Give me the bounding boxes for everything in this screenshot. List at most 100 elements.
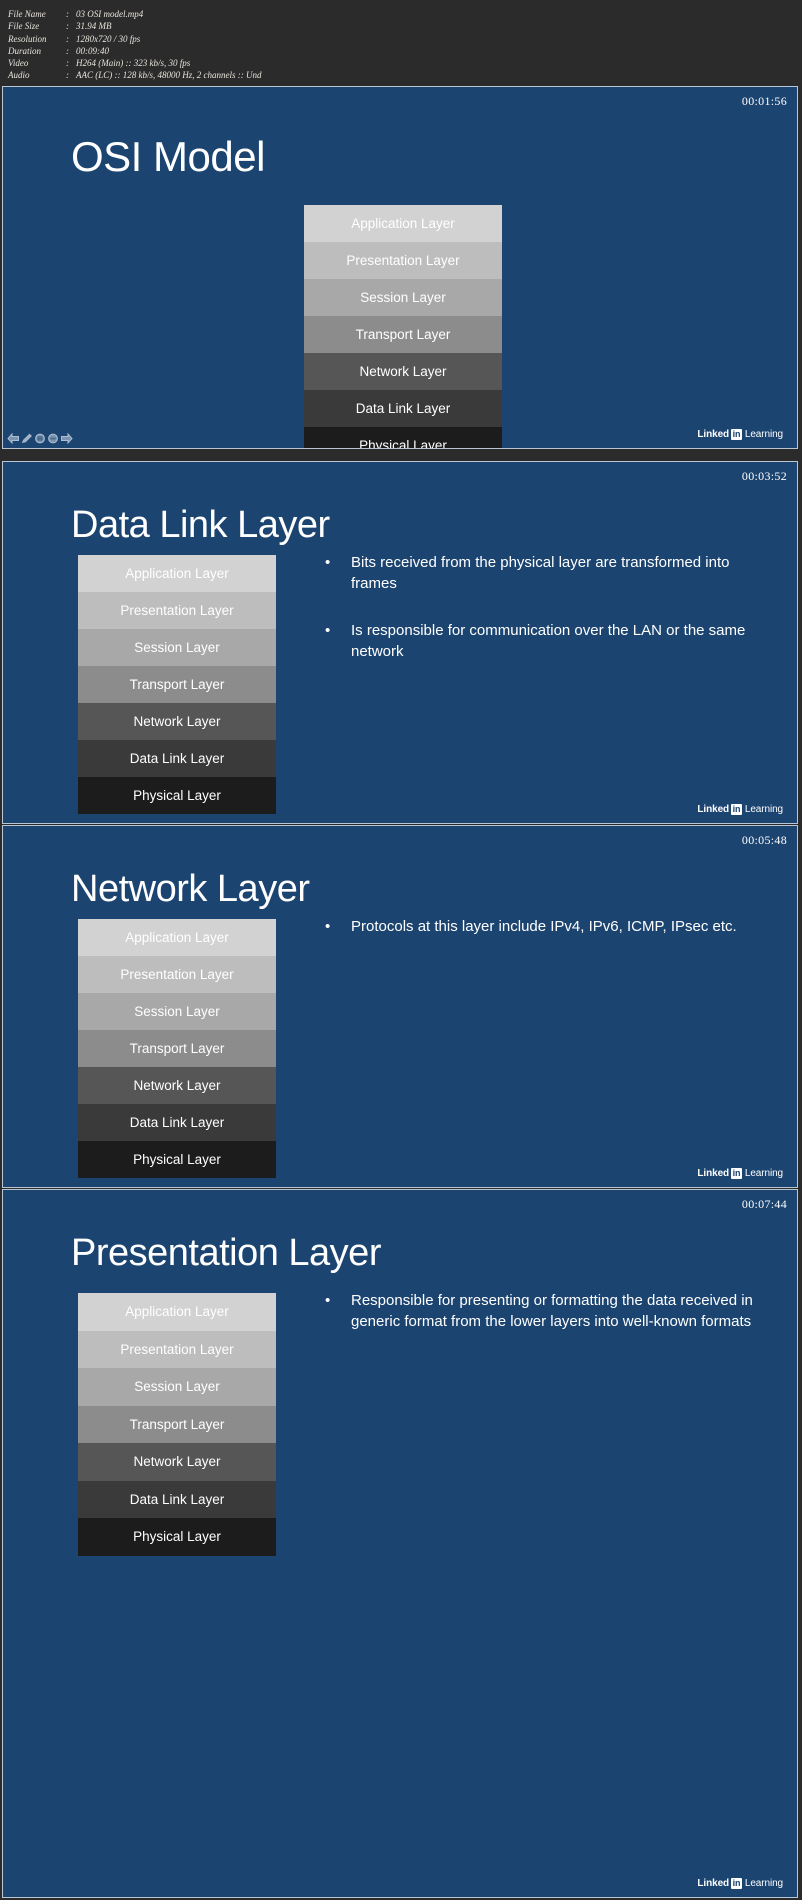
bullet-item: • Is responsible for communication over … [325,620,755,662]
osi-layer: Network Layer [78,1443,276,1481]
osi-layer-label: Data Link Layer [129,1115,225,1130]
metadata-key: Video [8,58,29,69]
osi-layer-label: Session Layer [360,290,446,305]
osi-layer: Application Layer [78,919,276,956]
frame-timestamp: 00:03:52 [741,469,787,483]
linkedin-in-icon: in [731,804,742,815]
metadata-row: Video : H264 (Main) :: 323 kb/s, 30 fps [8,57,802,69]
osi-layer: Data Link Layer [78,1104,276,1141]
osi-layer: Data Link Layer [78,1480,276,1518]
metadata-key: Duration [8,45,42,56]
osi-layer: Session Layer [304,279,502,316]
metadata-colon: : [66,21,69,32]
osi-layer: Data Link Layer [304,390,502,427]
osi-layer: Physical Layer [78,777,276,814]
metadata-key: File Size [8,21,40,32]
slide-title: Network Layer [71,868,310,910]
osi-layer-label: Physical Layer [133,1529,221,1545]
osi-layer-label: Data Link Layer [355,401,451,416]
osi-layer: Network Layer [78,703,276,740]
video-frame-thumbnail-2[interactable]: 00:03:52 Data Link Layer Application Lay… [2,461,798,824]
osi-layer: Physical Layer [78,1518,276,1556]
osi-layer-label: Application Layer [125,930,229,945]
pencil-icon[interactable] [21,433,33,444]
slide-title: Presentation Layer [71,1232,381,1274]
metadata-value: AAC (LC) :: 128 kb/s, 48000 Hz, 2 channe… [76,70,262,81]
bullet-dot-icon: • [325,918,331,935]
osi-layer-label: Presentation Layer [120,1341,234,1357]
circle-icon[interactable] [34,433,46,444]
osi-layer-label: Session Layer [134,1379,220,1395]
osi-layer-label: Network Layer [359,364,447,379]
osi-layer-label: Network Layer [133,1078,221,1093]
osi-layer-label: Application Layer [125,1304,229,1320]
osi-layer: Transport Layer [78,1030,276,1067]
slide-title: OSI Model [71,133,265,180]
metadata-value: 31.94 MB [76,21,112,32]
frame-timestamp: 00:05:48 [741,833,787,847]
osi-layer-label: Session Layer [134,640,220,655]
frame-timestamp: 00:07:44 [741,1197,787,1211]
metadata-key: Audio [8,70,30,81]
osi-layer-label: Transport Layer [129,1416,225,1432]
metadata-row: Audio : AAC (LC) :: 128 kb/s, 48000 Hz, … [8,69,802,81]
bullet-text: Is responsible for communication over th… [351,622,746,660]
metadata-colon: : [66,70,69,81]
logo-linked-text: Linked [697,804,730,815]
slide-navigation-icons[interactable] [7,433,73,444]
bullet-item: • Bits received from the physical layer … [325,552,755,594]
osi-layer: Transport Layer [78,666,276,703]
linkedin-learning-logo: Linked in Learning [697,429,783,440]
bullet-dot-icon: • [325,1292,331,1309]
bullet-text: Protocols at this layer include IPv4, IP… [351,918,737,935]
circle-icon[interactable] [47,433,59,444]
metadata-row: File Name : 03 OSI model.mp4 [8,8,802,20]
previous-arrow-icon[interactable] [7,433,20,444]
logo-linked-text: Linked [697,1168,730,1179]
logo-learning-text: Learning [744,429,783,440]
osi-layer-label: Transport Layer [129,1041,225,1056]
metadata-colon: : [66,33,69,44]
video-frame-thumbnail-1[interactable]: 00:01:56 OSI Model Application Layer Pre… [2,86,798,449]
osi-layer-label: Session Layer [134,1004,220,1019]
bullet-item: • Responsible for presenting or formatti… [325,1290,755,1332]
metadata-key: Resolution [8,33,47,44]
osi-layer: Application Layer [304,205,502,242]
metadata-value: 1280x720 / 30 fps [76,33,141,44]
osi-layer: Session Layer [78,1368,276,1406]
osi-layer: Presentation Layer [78,956,276,993]
logo-linked-text: Linked [697,1878,730,1889]
bullet-text: Bits received from the physical layer ar… [351,554,730,592]
logo-learning-text: Learning [744,1168,783,1179]
osi-layer-label: Physical Layer [133,1152,221,1167]
slide-title: Data Link Layer [71,504,330,546]
osi-layer: Physical Layer [304,427,502,449]
linkedin-learning-logo: Linked in Learning [697,1878,783,1889]
next-arrow-icon[interactable] [60,433,73,444]
video-contact-sheet: File Name : 03 OSI model.mp4 File Size :… [0,0,802,1900]
osi-layer-stack: Application Layer Presentation Layer Ses… [78,555,276,814]
osi-layer: Transport Layer [78,1405,276,1443]
osi-layer: Session Layer [78,993,276,1030]
linkedin-in-icon: in [731,1878,742,1889]
osi-layer: Presentation Layer [78,1330,276,1368]
osi-layer: Network Layer [78,1067,276,1104]
osi-layer: Transport Layer [304,316,502,353]
file-metadata-panel: File Name : 03 OSI model.mp4 File Size :… [0,0,802,86]
metadata-colon: : [66,45,69,56]
osi-layer-label: Physical Layer [359,438,447,449]
osi-layer-stack: Application Layer Presentation Layer Ses… [78,919,276,1178]
metadata-value: 03 OSI model.mp4 [76,9,144,19]
video-frame-thumbnail-4[interactable]: 00:07:44 Presentation Layer Application … [2,1189,798,1898]
metadata-row: File Size : 31.94 MB [8,20,802,32]
osi-layer-stack: Application Layer Presentation Layer Ses… [78,1293,276,1556]
osi-layer-label: Data Link Layer [129,1491,225,1507]
bullet-item: • Protocols at this layer include IPv4, … [325,916,755,937]
osi-layer: Application Layer [78,1293,276,1331]
osi-layer: Physical Layer [78,1141,276,1178]
bullet-dot-icon: • [325,622,331,639]
logo-learning-text: Learning [744,1878,783,1889]
video-frame-thumbnail-3[interactable]: 00:05:48 Network Layer Application Layer… [2,825,798,1188]
metadata-value: H264 (Main) :: 323 kb/s, 30 fps [76,58,191,69]
metadata-row: Resolution : 1280x720 / 30 fps [8,33,802,45]
